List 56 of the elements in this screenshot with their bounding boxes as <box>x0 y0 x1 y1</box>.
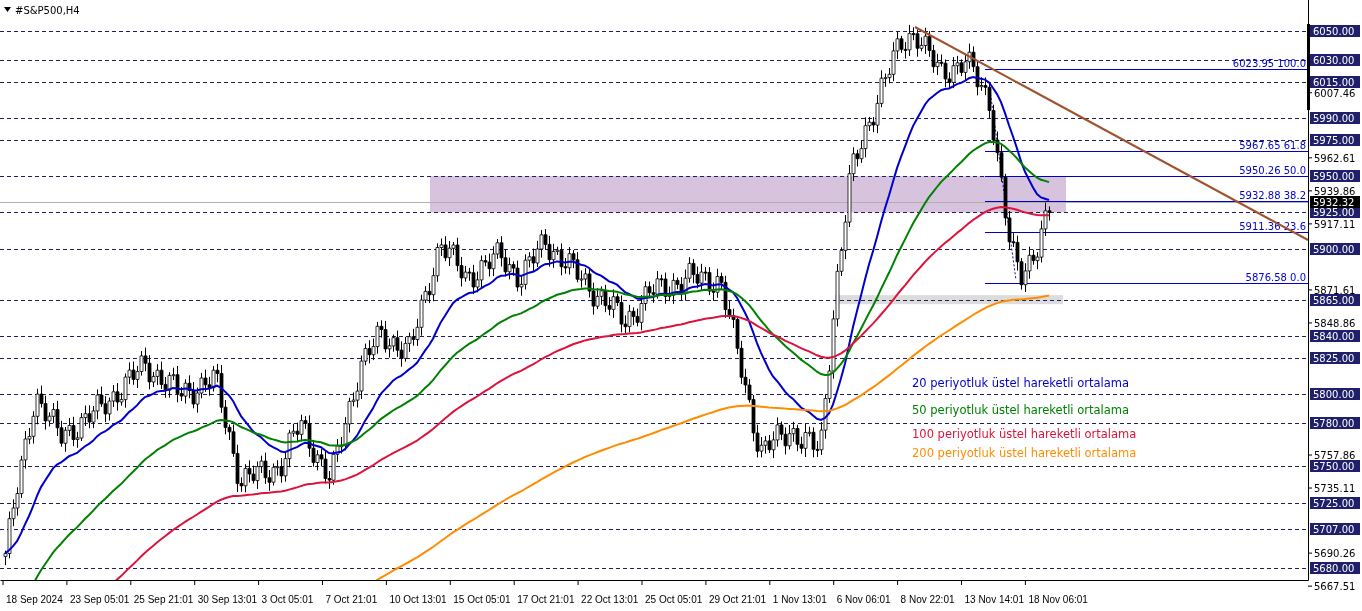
time-label: 8 Nov 22:01 <box>900 594 955 605</box>
time-label: 3 Oct 05:01 <box>261 594 314 605</box>
time-label: 7 Oct 21:01 <box>325 594 378 605</box>
price-label: 6007.46 <box>1314 87 1356 99</box>
price-level-badge: 5825.00 <box>1310 352 1360 364</box>
price-level-badge: 5750.00 <box>1310 460 1360 472</box>
price-level-badge: 5950.00 <box>1310 170 1360 182</box>
time-label: 15 Oct 05:01 <box>453 594 511 605</box>
legend-text: 100 periyotluk üstel hareketli ortalama <box>912 427 1137 441</box>
price-label: 5848.86 <box>1314 317 1356 329</box>
time-label: 10 Oct 13:01 <box>389 594 447 605</box>
legend-text: 20 periyotluk üstel hareketli ortalama <box>912 376 1130 390</box>
time-label: 18 Nov 06:01 <box>1028 594 1088 605</box>
price-level-badge: 6015.00 <box>1310 76 1360 88</box>
legend-text: 50 periyotluk üstel hareketli ortalama <box>912 403 1130 417</box>
price-level-badge: 5975.00 <box>1310 134 1360 146</box>
time-label: 22 Oct 13:01 <box>581 594 639 605</box>
fibonacci-label: 5911.36 23.6 <box>1239 220 1306 232</box>
price-level-badge: 6050.00 <box>1310 25 1360 37</box>
price-level-badge: 5707.00 <box>1310 523 1360 535</box>
price-label: 5917.11 <box>1314 218 1356 230</box>
fibonacci-label: 6023.95 100.0 <box>1232 57 1306 69</box>
time-label: 30 Sep 13:01 <box>197 594 258 605</box>
fibonacci-label: 5876.58 0.0 <box>1245 271 1306 283</box>
price-level-badge: 5725.00 <box>1310 497 1360 509</box>
price-level-badge: 5990.00 <box>1310 112 1360 124</box>
price-label: 5871.61 <box>1314 284 1356 296</box>
price-level-badge: 5780.00 <box>1310 417 1360 429</box>
time-label: 25 Oct 05:01 <box>645 594 703 605</box>
price-level-badge: 6030.00 <box>1310 54 1360 66</box>
price-label: 5962.61 <box>1314 152 1356 164</box>
price-label: 5757.86 <box>1314 450 1356 461</box>
price-level-badge: 5900.00 <box>1310 243 1360 255</box>
chart-title: #S&P500,H4 <box>15 5 80 16</box>
time-label: 17 Oct 21:01 <box>517 594 575 605</box>
price-label: 5690.26 <box>1314 548 1356 560</box>
price-label: 5735.11 <box>1314 483 1356 495</box>
time-label: 6 Nov 06:01 <box>836 594 891 605</box>
fibonacci-label: 5967.65 61.8 <box>1239 139 1306 151</box>
price-level-badge: 5840.00 <box>1310 330 1360 342</box>
dropdown-triangle-icon <box>4 7 11 12</box>
time-label: 23 Sep 05:01 <box>69 594 130 605</box>
price-level-badge: 5680.00 <box>1310 562 1360 574</box>
fibonacci-label: 5932.88 38.2 <box>1239 189 1306 201</box>
price-level-badge: 5865.00 <box>1310 294 1360 306</box>
price-level-badge: 5800.00 <box>1310 388 1360 400</box>
time-label: 29 Oct 21:01 <box>708 594 767 605</box>
time-label: 1 Nov 13:01 <box>772 594 827 605</box>
current-price-badge: 5932.32 <box>1310 196 1360 208</box>
fibonacci-label: 5950.26 50.0 <box>1239 164 1306 176</box>
legend-text: 200 periyotluk üstel hareketli ortalama <box>912 446 1137 460</box>
price-label: 5667.51 <box>1314 581 1356 593</box>
time-label: 25 Sep 21:01 <box>133 594 194 605</box>
time-label: 13 Nov 14:01 <box>964 594 1024 605</box>
time-label: 18 Sep 2024 <box>6 594 63 605</box>
price-label: 5939.86 <box>1314 185 1356 197</box>
